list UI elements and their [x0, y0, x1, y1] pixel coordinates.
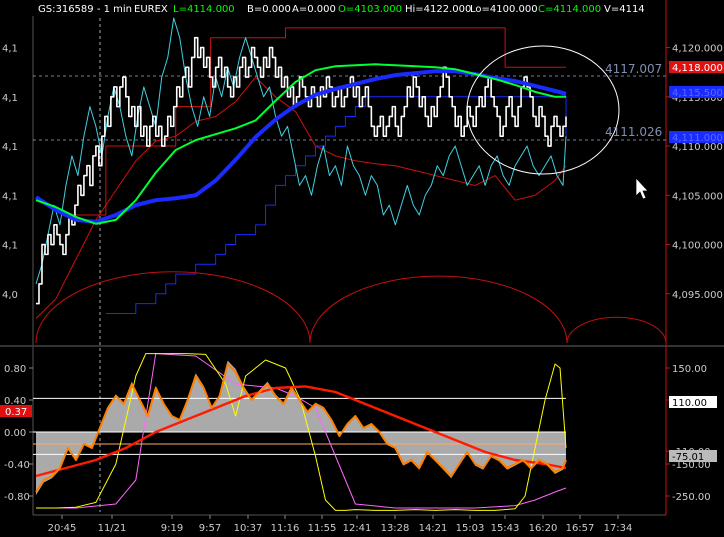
- upper-level-label: 4117.007: [605, 62, 662, 76]
- x-tick-label: 16:57: [566, 523, 595, 534]
- right-badge-neg-text: -75.01: [672, 452, 704, 463]
- header-exchange: EUREX: [134, 4, 168, 15]
- left-badge-text: 0.37: [5, 407, 27, 418]
- header-open: O=4103.000: [338, 4, 402, 15]
- x-tick-label: 9:57: [199, 523, 221, 534]
- lower-left-tick-label: 0.00: [4, 428, 26, 439]
- x-tick-label: 16:20: [529, 523, 558, 534]
- header-bid: B=0.000: [247, 4, 291, 15]
- header-high: Hi=4122.000: [405, 4, 471, 15]
- x-tick-label: 15:03: [456, 523, 485, 534]
- badge-blue-lower-text: 4,111.000: [672, 133, 723, 144]
- x-tick-label: 11/21: [98, 523, 127, 534]
- x-tick-label: 11:16: [271, 523, 300, 534]
- upper-left-tick-label: 4,1: [2, 191, 18, 202]
- lower-right-tick-label: -250.00: [672, 492, 711, 503]
- upper-left-tick-label: 4,1: [2, 93, 18, 104]
- lower-left-tick-label: -0.40: [4, 460, 30, 471]
- header-low: Lo=4100.000: [470, 4, 538, 15]
- x-tick-label: 15:43: [491, 523, 520, 534]
- lower-level-label: 4111.026: [605, 125, 662, 139]
- trading-chart: GS:316589 - 1 min EUREX L=4114.000 B=0.0…: [0, 0, 724, 537]
- lower-left-tick-label: -0.80: [4, 492, 30, 503]
- lower-right-tick-label: 150.00: [672, 364, 707, 375]
- header-last: L=4114.000: [173, 4, 235, 15]
- x-tick-label: 10:37: [234, 523, 263, 534]
- x-tick-label: 13:28: [381, 523, 410, 534]
- upper-right-tick-label: 4,120.000: [672, 44, 723, 55]
- lower-left-tick-label: 0.80: [4, 364, 26, 375]
- x-tick-label: 9:19: [161, 523, 183, 534]
- badge-blue-upper-text: 4,115.500: [672, 88, 723, 99]
- x-tick-label: 14:21: [419, 523, 448, 534]
- header-volume: V=4114: [604, 4, 645, 15]
- badge-red-text: 4,118.000: [672, 63, 723, 74]
- header-symbol: GS:316589 - 1 min: [38, 4, 132, 15]
- x-tick-label: 11:55: [308, 523, 337, 534]
- x-tick-label: 20:45: [48, 523, 77, 534]
- upper-left-tick-label: 4,1: [2, 44, 18, 55]
- upper-right-tick-label: 4,095.000: [672, 290, 723, 301]
- x-tick-label: 12:41: [343, 523, 372, 534]
- upper-left-tick-label: 4,0: [2, 290, 18, 301]
- header-ask: A=0.000: [292, 4, 336, 15]
- upper-left-tick-label: 4,1: [2, 241, 18, 252]
- upper-right-tick-label: 4,100.000: [672, 241, 723, 252]
- x-tick-label: 17:34: [604, 523, 633, 534]
- upper-left-tick-label: 4,1: [2, 142, 18, 153]
- header-close: C=4114.000: [538, 4, 601, 15]
- right-badge-110-text: 110.00: [672, 398, 707, 409]
- upper-right-tick-label: 4,105.000: [672, 191, 723, 202]
